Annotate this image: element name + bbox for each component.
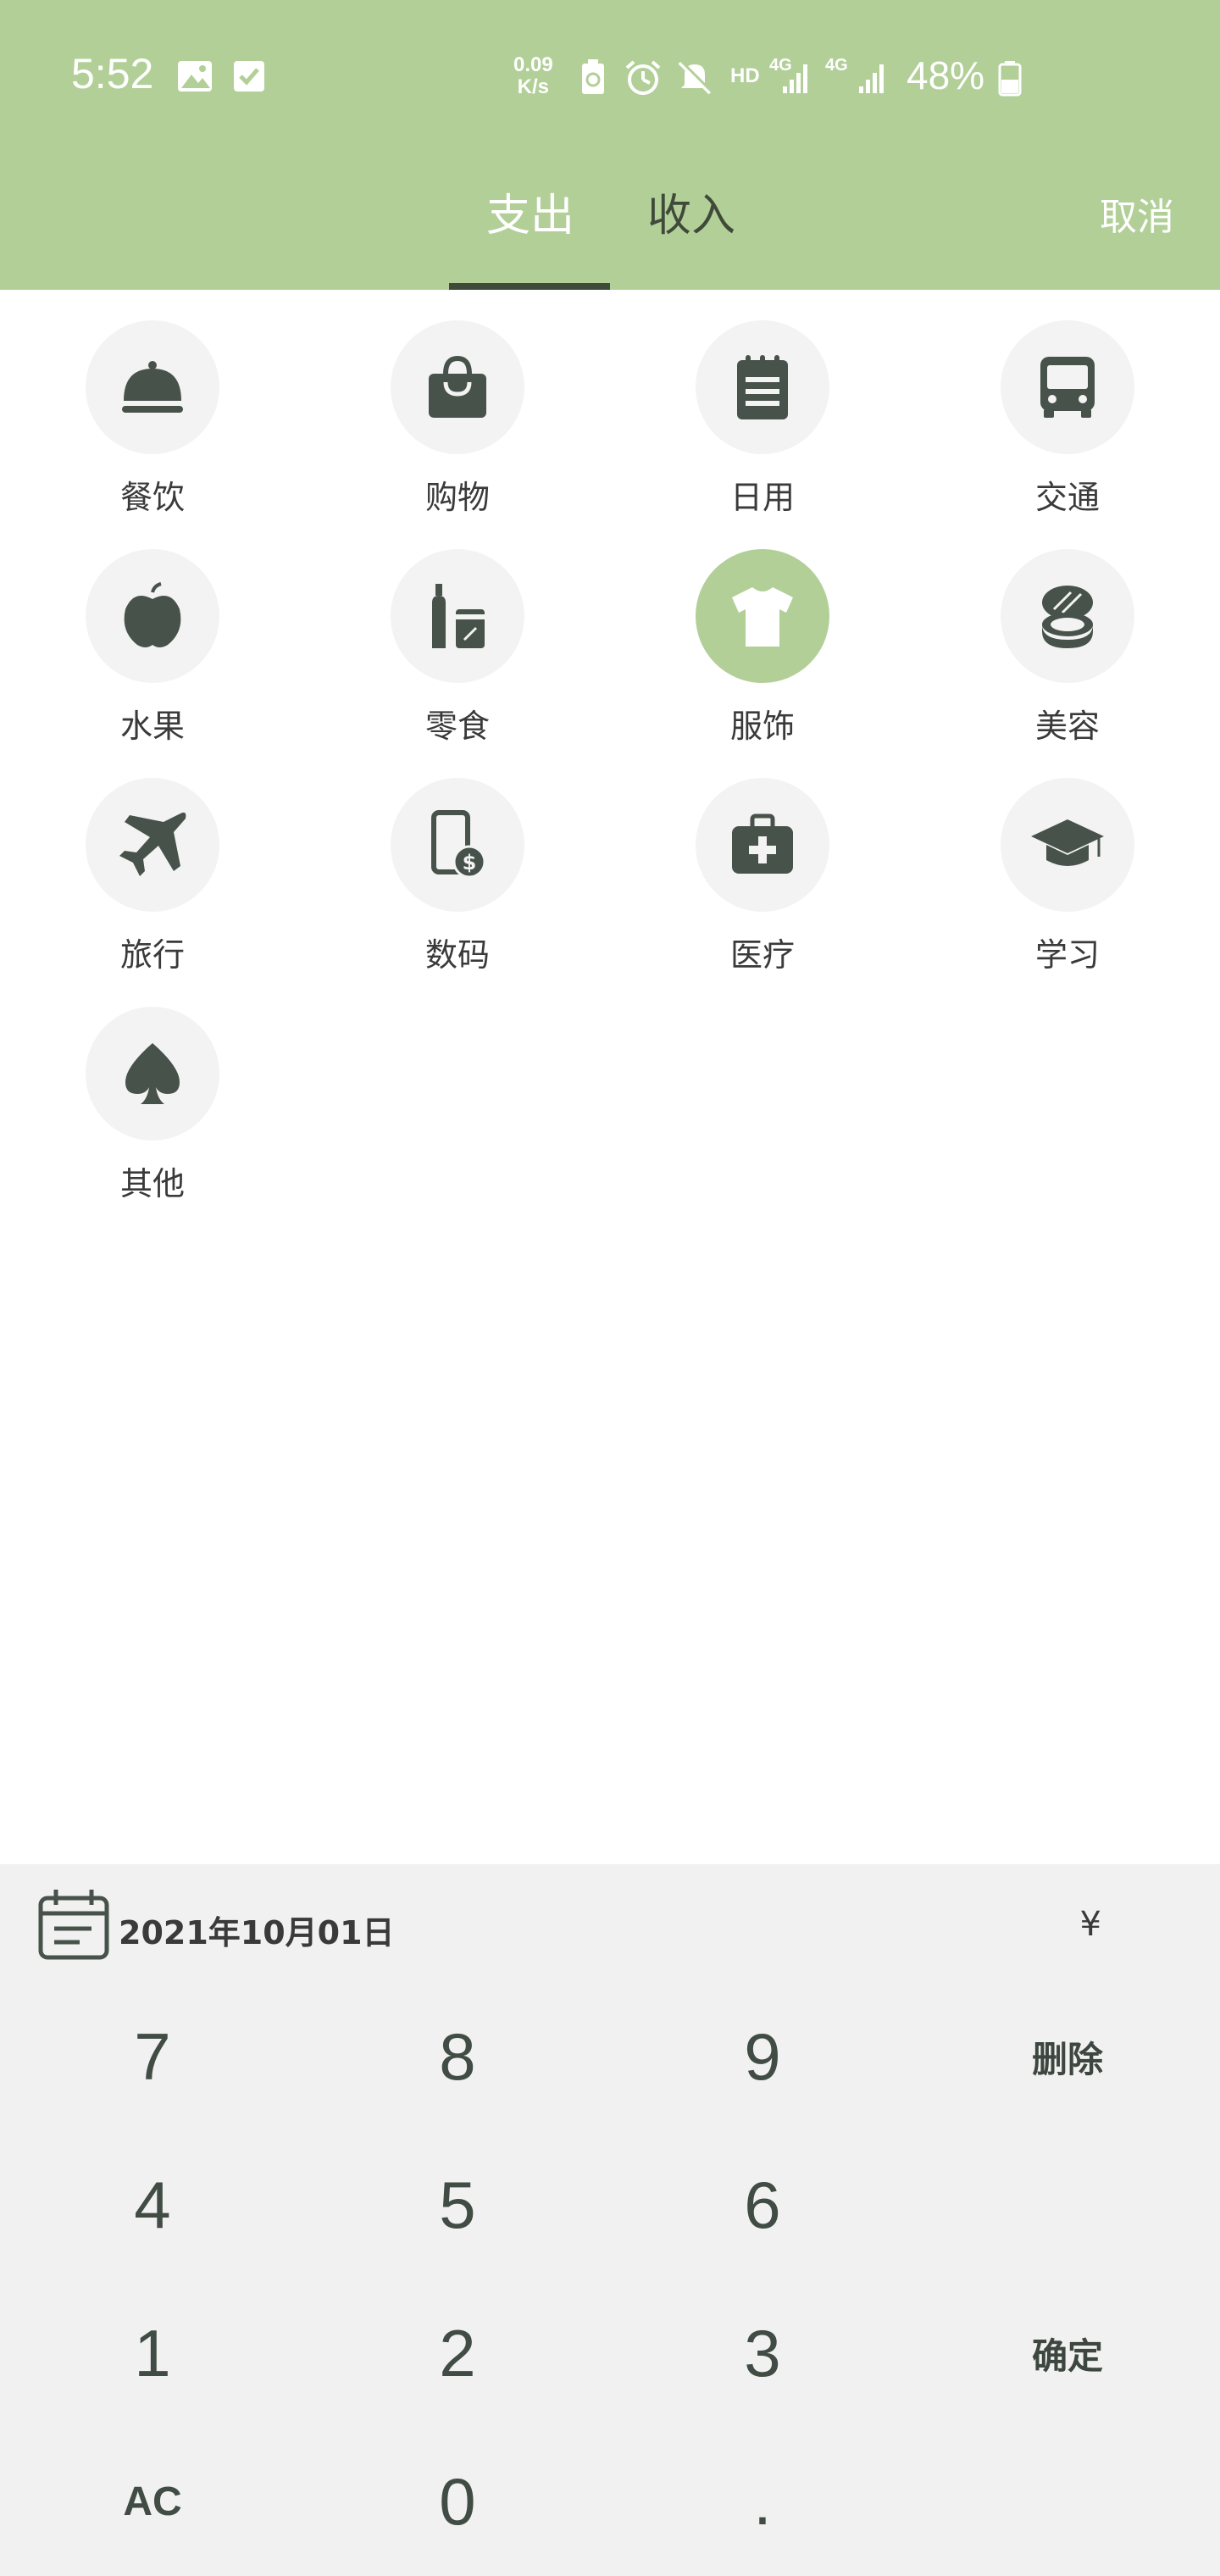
key-8[interactable]: 8 [305, 1983, 610, 2131]
key-3[interactable]: 3 [610, 2279, 915, 2428]
category-label: 旅行 [119, 936, 185, 974]
category-beauty[interactable]: 美容 [915, 519, 1220, 746]
key-9[interactable]: 9 [610, 1983, 915, 2131]
tab-income[interactable]: 收入 [647, 180, 735, 243]
delete-button[interactable]: 删除 [915, 1983, 1220, 2131]
tab-expense[interactable]: 支出 [486, 180, 574, 243]
category-travel[interactable]: 旅行 [0, 747, 305, 974]
phone-dollar-icon: $ [391, 778, 524, 912]
category-label: 零食 [424, 708, 490, 745]
svg-text:$: $ [463, 851, 477, 874]
battery-saver-icon [580, 59, 607, 98]
key-0[interactable]: 0 [305, 2428, 610, 2576]
category-label: 服饰 [729, 708, 795, 745]
shopping-bag-icon [391, 320, 524, 454]
category-label: 学习 [1034, 936, 1100, 974]
date-bar: 2021年10月01日 ¥ [0, 1864, 1220, 1983]
amount-display: ¥ [1079, 1905, 1101, 1944]
active-tab-indicator [449, 283, 610, 290]
key-decimal[interactable]: . [610, 2428, 915, 2576]
category-label: 购物 [424, 479, 490, 516]
food-cloche-icon [86, 320, 219, 454]
category-shopping[interactable]: 购物 [305, 290, 610, 517]
spade-icon [86, 1007, 219, 1141]
key-1[interactable]: 1 [0, 2279, 305, 2428]
category-label: 水果 [119, 708, 185, 745]
cancel-button[interactable]: 取消 [1100, 186, 1174, 241]
category-label: 其他 [119, 1165, 185, 1202]
medical-kit-icon [696, 778, 829, 912]
battery-icon [998, 61, 1022, 100]
hd-indicator: HD [730, 64, 760, 87]
category-snacks[interactable]: 零食 [305, 519, 610, 746]
net-speed: 0.09 K/s [513, 53, 553, 98]
category-digital[interactable]: $ 数码 [305, 747, 610, 974]
tshirt-icon [696, 549, 829, 683]
apple-icon [86, 549, 219, 683]
category-grid: 餐饮 购物 日用 交通 水果 零食 服饰 美容 旅行 $ 数码 医疗 学习 其他 [0, 290, 1220, 1864]
network-type-2: 4G [825, 56, 848, 75]
signal-icon-2 [857, 61, 888, 98]
bus-icon [1001, 320, 1134, 454]
graduation-cap-icon [1001, 778, 1134, 912]
category-label: 美容 [1034, 708, 1100, 745]
category-daily[interactable]: 日用 [610, 290, 915, 517]
category-label: 医疗 [729, 936, 795, 974]
status-time: 5:52 [71, 50, 154, 97]
category-label: 日用 [729, 479, 795, 516]
category-transport[interactable]: 交通 [915, 290, 1220, 517]
battery-percent: 48% [907, 53, 985, 97]
app-header: 5:52 0.09 K/s HD 4G 4G 48% 支出 收入 取消 [0, 0, 1220, 290]
category-medical[interactable]: 医疗 [610, 747, 915, 974]
key-7[interactable]: 7 [0, 1983, 305, 2131]
mute-icon [676, 59, 713, 100]
check-notification-icon [232, 59, 266, 97]
image-notification-icon [176, 59, 214, 97]
category-label: 数码 [424, 936, 490, 974]
key-5[interactable]: 5 [305, 2131, 610, 2279]
notepad-icon [696, 320, 829, 454]
clear-all-button[interactable]: AC [0, 2428, 305, 2576]
calendar-icon[interactable] [37, 1888, 110, 1964]
category-label: 餐饮 [119, 479, 185, 516]
category-clothing[interactable]: 服饰 [610, 519, 915, 746]
category-fruit[interactable]: 水果 [0, 519, 305, 746]
number-keypad: 2021年10月01日 ¥ 7 8 9 删除 4 5 6 1 2 3 确定 AC… [0, 1864, 1220, 2576]
snack-bottle-icon [391, 549, 524, 683]
alarm-icon [624, 59, 663, 100]
status-bar: 5:52 0.09 K/s HD 4G 4G 48% [0, 0, 1220, 153]
date-value[interactable]: 2021年10月01日 [119, 1907, 395, 1953]
category-food[interactable]: 餐饮 [0, 290, 305, 517]
makeup-compact-icon [1001, 549, 1134, 683]
confirm-button[interactable]: 确定 [915, 2279, 1220, 2428]
tab-bar: 支出 收入 取消 [0, 161, 1220, 290]
signal-icon [781, 61, 812, 98]
key-6[interactable]: 6 [610, 2131, 915, 2279]
key-4[interactable]: 4 [0, 2131, 305, 2279]
category-study[interactable]: 学习 [915, 747, 1220, 974]
category-label: 交通 [1034, 479, 1100, 516]
category-other[interactable]: 其他 [0, 976, 305, 1203]
airplane-icon [86, 778, 219, 912]
key-2[interactable]: 2 [305, 2279, 610, 2428]
